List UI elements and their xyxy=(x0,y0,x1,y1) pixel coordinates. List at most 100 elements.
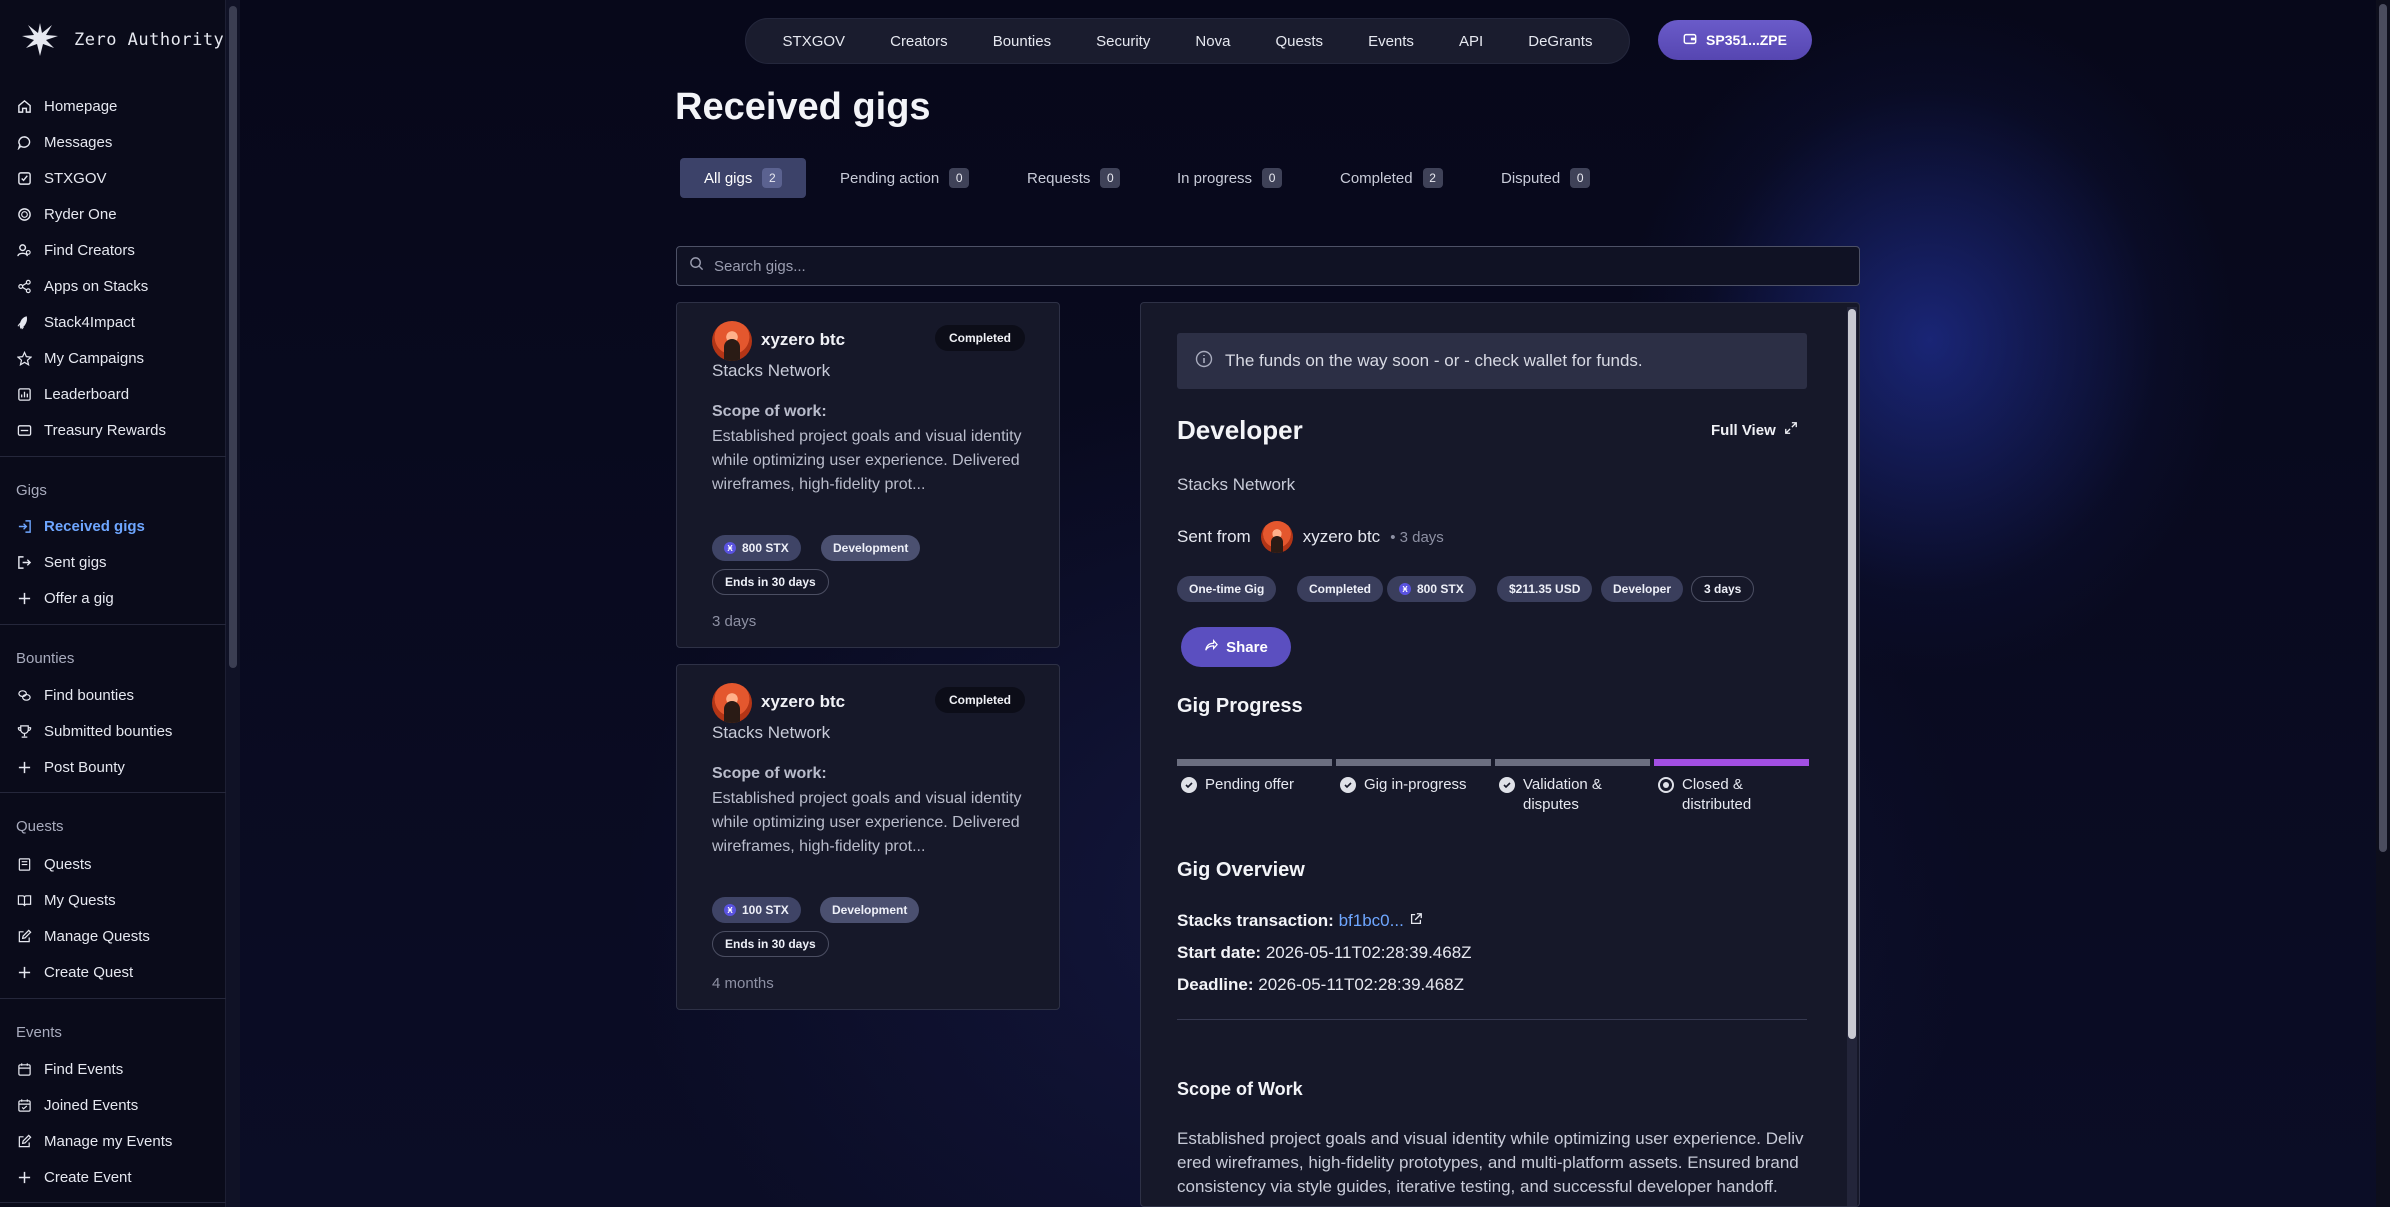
gig-progress-title: Gig Progress xyxy=(1177,695,1303,717)
share-button[interactable]: Share xyxy=(1181,627,1291,667)
sidebar-section-quests: Quests xyxy=(16,818,64,835)
edit-icon xyxy=(16,928,32,944)
role-tag: Developer xyxy=(1601,576,1684,602)
sidebar-item-quests[interactable]: Quests xyxy=(16,850,92,878)
sidebar-item-messages[interactable]: Messages xyxy=(16,128,112,156)
topnav-link-security[interactable]: Security xyxy=(1096,33,1150,50)
topnav-link-events[interactable]: Events xyxy=(1368,33,1414,50)
edit-icon xyxy=(16,1133,32,1149)
sidebar-item-received-gigs[interactable]: Received gigs xyxy=(16,512,145,540)
external-link-icon[interactable] xyxy=(1409,911,1423,930)
sidebar-item-label: Messages xyxy=(44,133,113,151)
tab-in-progress[interactable]: In progress 0 xyxy=(1153,158,1306,198)
sidebar-item-ryder-one[interactable]: Ryder One xyxy=(16,200,117,228)
topnav-link-stxgov[interactable]: STXGOV xyxy=(783,33,846,50)
gig-sender-name: xyzero btc xyxy=(761,692,846,711)
sidebar-item-post-bounty[interactable]: Post Bounty xyxy=(16,753,125,781)
radio-current-icon xyxy=(1658,777,1674,793)
gig-overview-title: Gig Overview xyxy=(1177,859,1305,881)
detail-scrollbar-thumb[interactable] xyxy=(1848,309,1856,1039)
book-open-icon xyxy=(16,892,32,908)
sidebar-item-my-quests[interactable]: My Quests xyxy=(16,886,116,914)
sidebar-divider xyxy=(0,998,226,999)
sidebar-divider xyxy=(0,1202,226,1203)
page-scrollbar-thumb[interactable] xyxy=(2379,4,2387,852)
deadline-value: 2026-05-11T02:28:39.468Z xyxy=(1258,975,1464,994)
chat-icon xyxy=(16,134,32,150)
detail-scrollbar[interactable] xyxy=(1847,307,1857,1206)
topnav-link-api[interactable]: API xyxy=(1459,33,1483,50)
topnav-link-nova[interactable]: Nova xyxy=(1195,33,1230,50)
topnav-link-degrants[interactable]: DeGrants xyxy=(1528,33,1592,50)
sidebar-scrollbar-thumb[interactable] xyxy=(229,6,237,668)
sidebar-item-offer-a-gig[interactable]: Offer a gig xyxy=(16,584,114,612)
sidebar-item-label: Offer a gig xyxy=(44,589,114,607)
page-scrollbar[interactable] xyxy=(2376,0,2390,1207)
sidebar-item-find-events[interactable]: Find Events xyxy=(16,1055,123,1083)
coins-icon xyxy=(16,687,32,703)
gig-org: Stacks Network xyxy=(1177,475,1296,494)
progress-step-label: Pending offer xyxy=(1205,776,1294,793)
sidebar-item-stxgov[interactable]: STXGOV xyxy=(16,164,107,192)
sidebar-item-submitted-bounties[interactable]: Submitted bounties xyxy=(16,717,172,745)
sidebar-item-create-quest[interactable]: Create Quest xyxy=(16,958,133,986)
start-date-row: Start date: 2026-05-11T02:28:39.468Z xyxy=(1177,943,1472,963)
topnav-link-creators[interactable]: Creators xyxy=(890,33,948,50)
amount-tag: Ӿ 800 STX xyxy=(1387,576,1476,602)
topnav-link-quests[interactable]: Quests xyxy=(1275,33,1323,50)
brand-logo[interactable]: Zero Authority xyxy=(20,22,224,58)
check-circle-icon xyxy=(1181,777,1197,793)
sidebar-item-homepage[interactable]: Homepage xyxy=(16,92,117,120)
tx-link[interactable]: bf1bc0... xyxy=(1339,911,1404,930)
tab-all-gigs[interactable]: All gigs 2 xyxy=(680,158,807,198)
sidebar-item-find-creators[interactable]: Find Creators xyxy=(16,236,135,264)
gig-card[interactable]: xyzero btc Completed Stacks Network Scop… xyxy=(676,664,1060,1010)
send-icon xyxy=(16,554,32,570)
sidebar-item-find-bounties[interactable]: Find bounties xyxy=(16,681,134,709)
sidebar-item-label: Stack4Impact xyxy=(44,313,135,331)
progress-step-pending: Pending offer xyxy=(1181,775,1331,795)
start-value: 2026-05-11T02:28:39.468Z xyxy=(1265,943,1472,962)
tab-count: 0 xyxy=(949,168,970,188)
tab-requests[interactable]: Requests 0 xyxy=(1003,158,1144,198)
home-icon xyxy=(16,98,32,114)
progress-step-in-progress: Gig in-progress xyxy=(1340,775,1490,795)
sidebar-item-label: Apps on Stacks xyxy=(44,277,149,295)
sidebar-item-apps-on-stacks[interactable]: Apps on Stacks xyxy=(16,272,148,300)
sidebar-item-manage-quests[interactable]: Manage Quests xyxy=(16,922,150,950)
sidebar-item-treasury-rewards[interactable]: Treasury Rewards xyxy=(16,416,166,444)
sidebar-item-my-campaigns[interactable]: My Campaigns xyxy=(16,344,144,372)
tab-count: 0 xyxy=(1100,168,1121,188)
plus-icon xyxy=(16,759,32,775)
scope-label: Scope of work: xyxy=(712,765,827,782)
gig-card[interactable]: xyzero btc Completed Stacks Network Scop… xyxy=(676,302,1060,648)
tab-label: In progress xyxy=(1177,169,1253,187)
sent-from: Sent from xyzero btc • 3 days xyxy=(1177,521,1444,553)
tab-disputed[interactable]: Disputed 0 xyxy=(1477,158,1614,198)
tab-label: Requests xyxy=(1027,169,1091,187)
search-input[interactable] xyxy=(714,257,1814,275)
search-bar xyxy=(676,246,1860,286)
sidebar-item-label: My Campaigns xyxy=(44,349,145,367)
tab-count: 2 xyxy=(762,168,783,188)
duration-tag: 3 days xyxy=(1691,576,1755,602)
sidebar-item-label: STXGOV xyxy=(44,169,107,187)
wallet-button[interactable]: SP351...ZPE xyxy=(1658,20,1812,60)
sidebar-item-leaderboard[interactable]: Leaderboard xyxy=(16,380,129,408)
sidebar-scrollbar[interactable] xyxy=(226,0,240,1207)
gig-detail-panel: The funds on the way soon - or - check w… xyxy=(1140,302,1860,1207)
full-view-button[interactable]: Full View xyxy=(1711,421,1798,439)
tab-pending-action[interactable]: Pending action 0 xyxy=(816,158,993,198)
sidebar-item-stack4impact[interactable]: Stack4Impact xyxy=(16,308,135,336)
sidebar-item-joined-events[interactable]: Joined Events xyxy=(16,1091,138,1119)
gig-age: 3 days xyxy=(712,613,757,630)
sender-name[interactable]: xyzero btc xyxy=(1303,527,1380,547)
category-chip: Development xyxy=(820,897,920,923)
sidebar-item-sent-gigs[interactable]: Sent gigs xyxy=(16,548,107,576)
topnav-link-bounties[interactable]: Bounties xyxy=(993,33,1051,50)
tab-count: 2 xyxy=(1422,168,1443,188)
tab-completed[interactable]: Completed 2 xyxy=(1316,158,1467,198)
sent-ago: • 3 days xyxy=(1390,528,1444,546)
sidebar-item-manage-my-events[interactable]: Manage my Events xyxy=(16,1127,172,1155)
sidebar-item-create-event[interactable]: Create Event xyxy=(16,1163,132,1191)
